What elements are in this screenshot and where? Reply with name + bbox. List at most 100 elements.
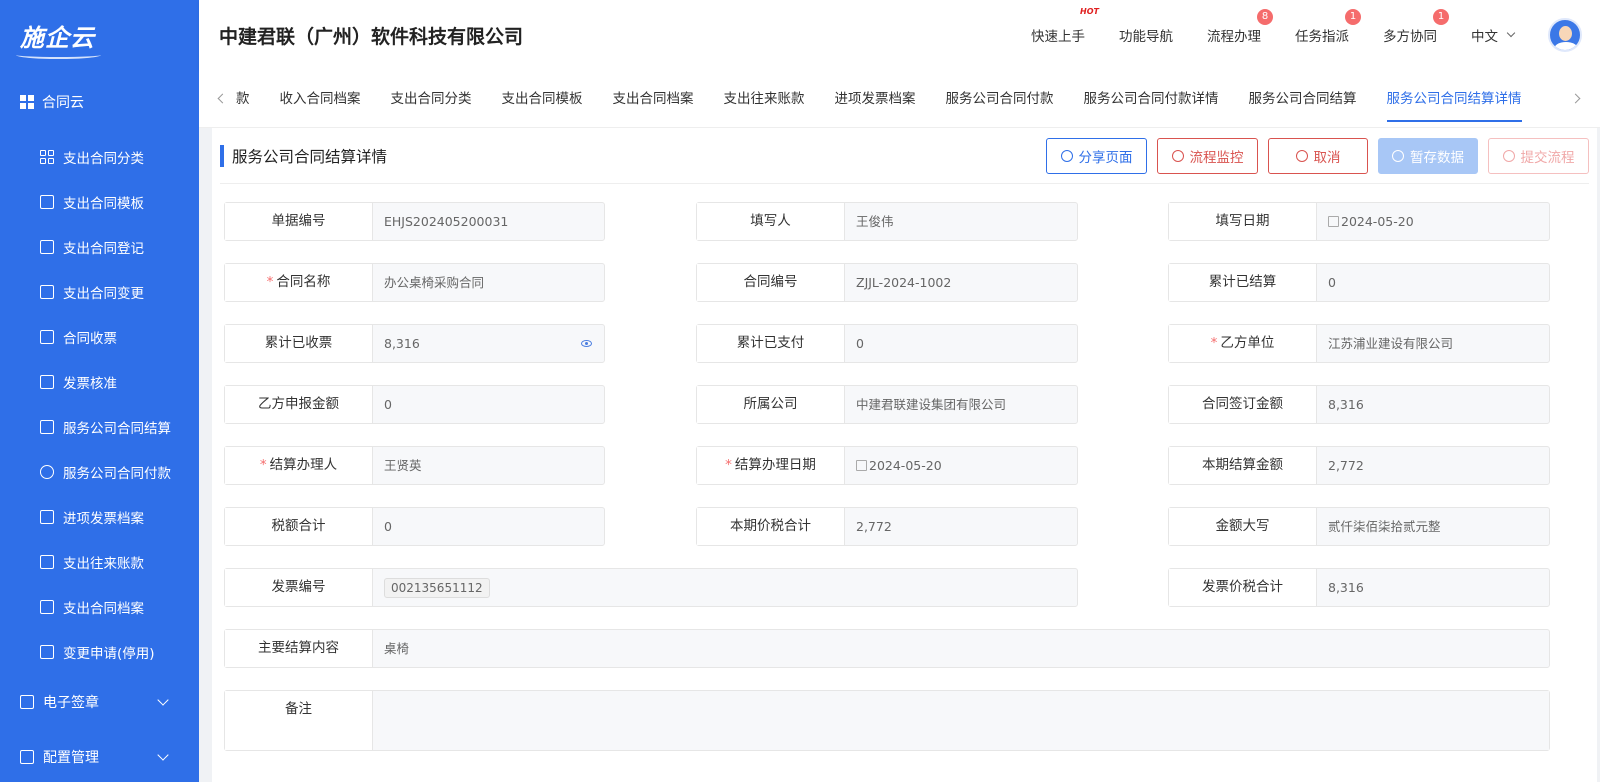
invoice-tag[interactable]: 002135651112 [384,577,490,598]
nav-quick-start[interactable]: 快速上手 HOT [1031,7,1099,45]
home-icon [40,329,54,344]
party-b-value[interactable]: 江苏浦业建设有限公司 [1317,325,1549,362]
required-mark: * [259,457,267,473]
tab-service-payment-detail[interactable]: 服务公司合同付款详情 [1084,70,1219,128]
sidebar-item-service-settlement[interactable]: 服务公司合同结算 [0,404,199,449]
button-label: 分享页面 [1078,149,1133,166]
logo[interactable]: 施企云 [0,0,199,70]
nav-process[interactable]: 流程办理 8 [1207,9,1273,45]
sidebar-item-expense-contract-category[interactable]: 支出合同分类 [0,134,199,179]
sidebar-item-label: 支出合同分类 [63,150,144,167]
tab-clipped[interactable]: 款 [236,70,250,128]
sidebar-group-label: 合同云 [42,95,84,111]
sidebar: 施企云 合同云 支出合同分类 支出合同模板 支出合同登记 支出合同变更 合同收票… [0,0,199,782]
sidebar-item-expense-contract-change[interactable]: 支出合同变更 [0,269,199,314]
field-label: 单据编号 [225,203,373,240]
sidebar-group-contract-cloud[interactable]: 合同云 [0,70,199,134]
nav-function-guide[interactable]: 功能导航 [1119,25,1173,45]
nav-label: 多方协同 [1383,29,1437,45]
invoice-no-field: 发票编号 002135651112 [224,568,1078,607]
share-button[interactable]: 分享页面 [1046,137,1147,174]
fill-date-input[interactable]: 2024-05-20 [1317,203,1549,240]
main-panel: 服务公司合同结算详情 分享页面 流程监控 取消 暂存数据 提交流程 单据编号 E… [212,128,1597,782]
check-clipboard-icon [40,599,54,614]
top-header: 中建君联（广州）软件科技有限公司 快速上手 HOT 功能导航 流程办理 8 任务… [199,0,1600,70]
button-label: 取消 [1313,149,1341,166]
sidebar-group-e-signature[interactable]: 电子签章 [0,674,199,729]
tab-expense-contract-category[interactable]: 支出合同分类 [391,70,472,128]
submit-process-button[interactable]: 提交流程 [1488,137,1589,174]
upload-icon [1502,149,1515,162]
sidebar-item-change-request[interactable]: 变更申请(停用) [0,629,199,674]
handle-date-input[interactable]: 2024-05-20 [845,447,1077,484]
page-title: 服务公司合同结算详情 [232,147,388,166]
sidebar-item-label: 支出往来账款 [63,555,144,572]
cancel-button[interactable]: 取消 [1268,137,1368,174]
field-label: 主要结算内容 [225,630,373,667]
avatar[interactable] [1548,18,1582,52]
company-name: 中建君联（广州）软件科技有限公司 [219,25,524,48]
sidebar-item-contract-invoice-receive[interactable]: 合同收票 [0,314,199,359]
sidebar-item-invoice-approval[interactable]: 发票核准 [0,359,199,404]
sidebar-item-label: 变更申请(停用) [63,645,155,662]
tab-income-contract-archive[interactable]: 收入合同档案 [280,70,361,128]
tab-expense-contract-archive[interactable]: 支出合同档案 [613,70,694,128]
sidebar-item-expense-accounts[interactable]: 支出往来账款 [0,539,199,584]
nav-label: 快速上手 [1031,29,1085,45]
fill-date-field: 填写日期 2024-05-20 [1168,202,1550,241]
field-label: 发票价税合计 [1169,569,1317,606]
field-label: 累计已支付 [697,325,845,362]
period-amount-value: 2,772 [1328,458,1364,473]
remark-textarea[interactable] [373,691,1549,750]
share-icon [1060,149,1073,162]
contract-name-field: * 合同名称 办公桌椅采购合同 [224,263,605,302]
tab-scroll-right-icon[interactable] [1570,93,1580,104]
sidebar-item-label: 服务公司合同结算 [63,420,171,437]
company-value: 中建君联建设集团有限公司 [856,397,1007,412]
field-label-text: 合同名称 [276,274,331,290]
handler-value[interactable]: 王贤英 [373,447,604,484]
main-content-value[interactable]: 桌椅 [373,630,1549,667]
party-b-amount-value[interactable]: 0 [373,386,604,423]
sidebar-item-input-invoice-archive[interactable]: 进项发票档案 [0,494,199,539]
sidebar-item-label: 进项发票档案 [63,510,144,527]
eye-icon[interactable] [581,340,592,347]
tab-service-payment[interactable]: 服务公司合同付款 [946,70,1054,128]
contract-name-value[interactable]: 办公桌椅采购合同 [373,264,604,301]
nav-label: 流程办理 [1207,29,1261,45]
required-mark: * [725,457,732,473]
nav-collaboration[interactable]: 多方协同 1 [1383,9,1449,45]
tab-input-invoice-archive[interactable]: 进项发票档案 [835,70,916,128]
tab-scroll-left-icon[interactable] [217,93,228,104]
doc-no-field: 单据编号 EHJS202405200031 [224,202,605,241]
sidebar-item-expense-contract-register[interactable]: 支出合同登记 [0,224,199,269]
count-badge: 1 [1433,9,1449,25]
nav-task-assign[interactable]: 任务指派 1 [1295,9,1361,45]
tab-expense-accounts[interactable]: 支出往来账款 [724,70,805,128]
field-label: 所属公司 [697,386,845,423]
sidebar-item-label: 支出合同模板 [63,195,144,212]
doc-no-value: EHJS202405200031 [384,214,509,229]
ledger-icon [40,554,54,569]
monitor-icon [1171,149,1184,162]
chevron-down-icon [1506,28,1516,38]
chevron-down-icon [157,693,169,706]
process-monitor-button[interactable]: 流程监控 [1157,137,1258,174]
contract-amount-field: 合同签订金额 8,316 [1168,385,1550,424]
sidebar-item-expense-contract-archive[interactable]: 支出合同档案 [0,584,199,629]
language-select[interactable]: 中文 [1471,25,1516,45]
save-draft-button[interactable]: 暂存数据 [1378,137,1478,174]
tab-service-settlement[interactable]: 服务公司合同结算 [1249,70,1357,128]
field-label: * 结算办理日期 [697,447,845,484]
settlement-icon [40,419,54,434]
calendar-icon [1328,216,1339,227]
field-label: * 乙方单位 [1169,325,1317,362]
tab-service-settlement-detail[interactable]: 服务公司合同结算详情 [1386,70,1522,128]
field-label: 累计已收票 [225,325,373,362]
hot-badge: HOT [1080,7,1099,16]
sidebar-item-service-payment[interactable]: 服务公司合同付款 [0,449,199,494]
tab-expense-contract-template[interactable]: 支出合同模板 [502,70,583,128]
template-icon [40,194,54,209]
sidebar-group-config[interactable]: 配置管理 [0,729,199,782]
sidebar-item-expense-contract-template[interactable]: 支出合同模板 [0,179,199,224]
